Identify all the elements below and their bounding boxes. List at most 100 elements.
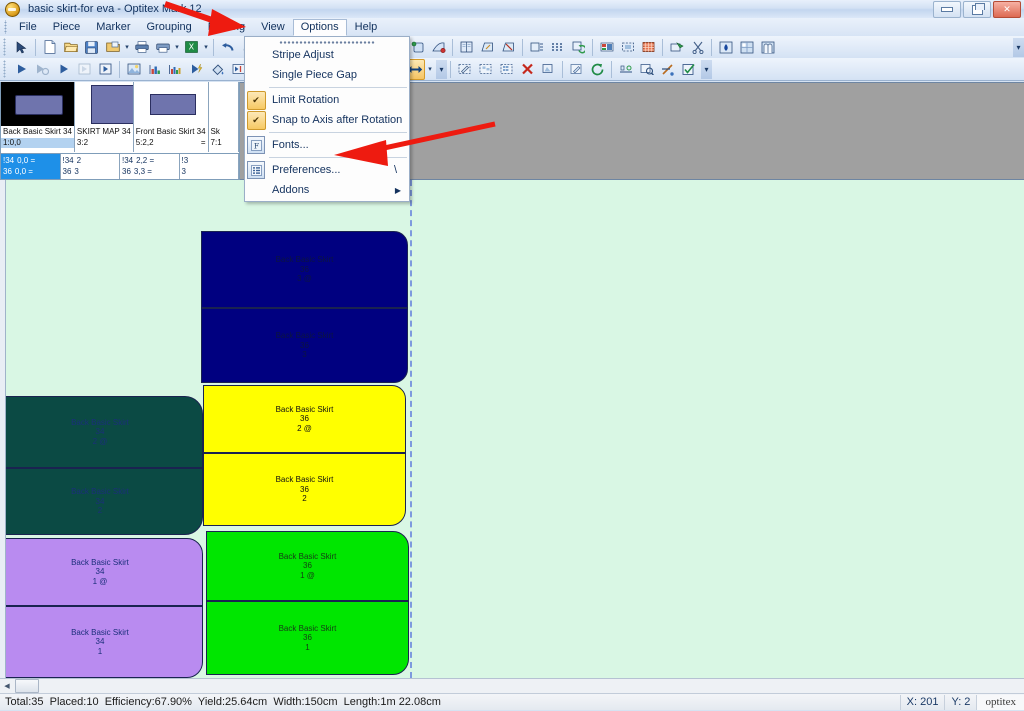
piece-thumbnail[interactable]: SKIRT MAP 34 3:2: [74, 82, 134, 152]
menu-item-single-piece-gap[interactable]: Single Piece Gap: [245, 65, 409, 85]
plot-icon[interactable]: [667, 38, 686, 57]
duplicate-piece-icon[interactable]: [408, 38, 427, 57]
menu-options[interactable]: Options: [292, 18, 347, 36]
piece-thumbnail[interactable]: Front Basic Skirt 34 5:2,2 =: [133, 82, 209, 152]
flip-dropdown-icon[interactable]: ▾: [426, 60, 434, 79]
image-preview-icon[interactable]: [124, 60, 143, 79]
print-icon[interactable]: [132, 38, 151, 57]
open-marker-dropdown-icon[interactable]: ▾: [123, 38, 131, 57]
excel-dropdown-icon[interactable]: ▾: [202, 38, 210, 57]
open-folder-icon[interactable]: [61, 38, 80, 57]
step-frame-disabled-icon[interactable]: [75, 60, 94, 79]
piece-data-cell[interactable]: !34 0,0 = 36 0,0 =: [1, 154, 61, 179]
menu-piece[interactable]: Piece: [45, 19, 89, 36]
fabric-texture-icon[interactable]: [639, 38, 658, 57]
marker-piece[interactable]: Back Basic Skirt 36 3 @: [201, 231, 408, 308]
marker-piece[interactable]: Back Basic Skirt 34 1 @: [0, 538, 203, 606]
marker-piece[interactable]: Back Basic Skirt 36 1 @: [206, 531, 409, 601]
frame-play-icon[interactable]: [96, 60, 115, 79]
marker-piece[interactable]: Back Basic Skirt 34 2: [0, 468, 203, 535]
nest-pieces-icon[interactable]: [597, 38, 616, 57]
spray-color-icon[interactable]: [716, 38, 735, 57]
toolbar-grip-2[interactable]: [3, 60, 9, 78]
play-step-icon[interactable]: [54, 60, 73, 79]
frame-edit-icon[interactable]: [455, 60, 474, 79]
refresh-nest-icon[interactable]: [569, 38, 588, 57]
marker-workspace[interactable]: Back Basic Skirt 36 3 @ Back Basic Skirt…: [0, 180, 1024, 678]
measure-bottom-icon[interactable]: [616, 60, 635, 79]
save-icon[interactable]: [82, 38, 101, 57]
play-nest-icon[interactable]: [12, 60, 31, 79]
marker-piece[interactable]: Back Basic Skirt 36 3: [201, 308, 408, 383]
piece-data-cell[interactable]: !34 2,2 = 36 3,3 =: [120, 154, 180, 179]
print-preview-dropdown-icon[interactable]: ▾: [173, 38, 181, 57]
marker-piece[interactable]: Back Basic Skirt 36 2 @: [203, 385, 406, 453]
scroll-left-arrow-icon[interactable]: ◀: [0, 680, 14, 693]
piece-size: 36: [300, 484, 309, 494]
menu-help[interactable]: Help: [347, 19, 386, 36]
paint-bucket-icon[interactable]: [208, 60, 227, 79]
menu-grip[interactable]: [2, 20, 9, 34]
menu-nesting[interactable]: Nesting: [200, 19, 253, 36]
flash-play-icon[interactable]: [187, 60, 206, 79]
piece-label: Back Basic Skirt: [71, 627, 129, 637]
menu-item-label: Single Piece Gap: [272, 69, 357, 81]
open-marker-icon[interactable]: [103, 38, 122, 57]
menu-view[interactable]: View: [253, 19, 293, 36]
grade-icon[interactable]: [527, 38, 546, 57]
edit-marker-icon[interactable]: [567, 60, 586, 79]
delete-icon[interactable]: [518, 60, 537, 79]
refresh-icon[interactable]: [588, 60, 607, 79]
piece-data-cell[interactable]: !34 2 36 3: [61, 154, 120, 179]
scroll-thumb[interactable]: [15, 679, 39, 693]
window-controls: ✕: [933, 1, 1021, 18]
menu-item-fonts[interactable]: F Fonts...: [245, 135, 409, 155]
menu-file[interactable]: File: [11, 19, 45, 36]
piece-thumbnail[interactable]: Sk 7:1: [208, 82, 239, 152]
book-icon[interactable]: [457, 38, 476, 57]
mirror-piece-icon[interactable]: [429, 38, 448, 57]
frame-grid-icon[interactable]: [497, 60, 516, 79]
menu-grouping[interactable]: Grouping: [139, 19, 200, 36]
close-button[interactable]: ✕: [993, 1, 1021, 18]
fabric-map-icon[interactable]: [737, 38, 756, 57]
group-chart-icon[interactable]: [166, 60, 185, 79]
toolbar-overflow-button-1[interactable]: ▾: [1013, 37, 1024, 57]
piece-thumbnail[interactable]: Back Basic Skirt 34 1:0,0: [1, 82, 75, 152]
menu-marker[interactable]: Marker: [88, 19, 138, 36]
toolbar-overflow-button-2a[interactable]: ▾: [436, 59, 447, 79]
pointer-tool-icon[interactable]: [12, 38, 31, 57]
expand-icon[interactable]: [499, 38, 518, 57]
undo-icon[interactable]: [218, 38, 237, 57]
maximize-button[interactable]: [963, 1, 991, 18]
frame-select-icon[interactable]: [618, 38, 637, 57]
cut-scissors-icon[interactable]: [688, 38, 707, 57]
menu-item-snap-to-axis-after-rotation[interactable]: ✔ Snap to Axis after Rotation: [245, 110, 409, 130]
checkbox-tool-icon[interactable]: [679, 60, 698, 79]
menu-item-limit-rotation[interactable]: ✔ Limit Rotation: [245, 90, 409, 110]
marker-piece[interactable]: Back Basic Skirt 36 1: [206, 601, 409, 675]
excel-export-icon[interactable]: X: [182, 38, 201, 57]
bar-chart-icon[interactable]: [145, 60, 164, 79]
marker-piece[interactable]: Back Basic Skirt 34 2 @: [0, 396, 203, 468]
grid-dots-icon[interactable]: [548, 38, 567, 57]
toolbar-overflow-button-2b[interactable]: ▾: [701, 59, 712, 79]
minimize-button[interactable]: [933, 1, 961, 18]
menu-item-preferences[interactable]: Preferences... \: [245, 160, 409, 180]
horizontal-scrollbar[interactable]: ◀: [0, 678, 1024, 693]
new-file-icon[interactable]: [40, 38, 59, 57]
inspect-icon[interactable]: [637, 60, 656, 79]
marker-piece[interactable]: Back Basic Skirt 36 2: [203, 453, 406, 526]
play-stop-icon[interactable]: [33, 60, 52, 79]
cross-measure-icon[interactable]: [658, 60, 677, 79]
print-preview-icon[interactable]: [153, 38, 172, 57]
frame-duplicate-icon[interactable]: [476, 60, 495, 79]
fabric-roll-icon[interactable]: [758, 38, 777, 57]
piece-data-cell[interactable]: !3 3: [180, 154, 239, 179]
menu-item-stripe-adjust[interactable]: Stripe Adjust: [245, 45, 409, 65]
marker-piece[interactable]: Back Basic Skirt 34 1: [0, 606, 203, 678]
toolbar-grip[interactable]: [3, 38, 9, 56]
copy-piece-icon[interactable]: [539, 60, 558, 79]
shrink-icon[interactable]: [478, 38, 497, 57]
menu-item-addons[interactable]: Addons ▶: [245, 180, 409, 200]
